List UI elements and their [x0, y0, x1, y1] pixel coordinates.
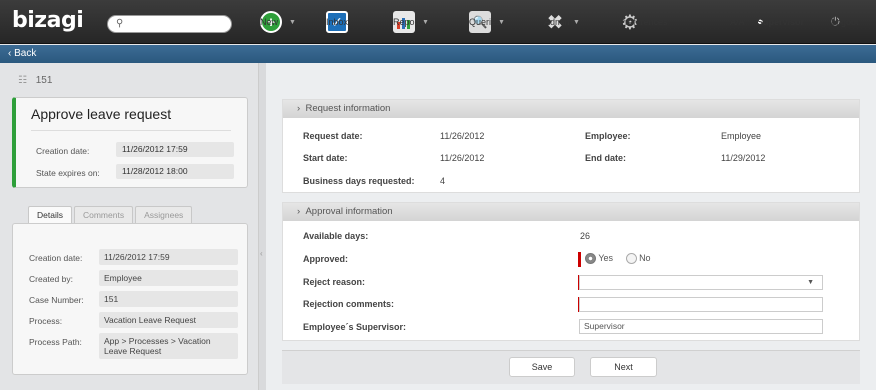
rejection-comments-input[interactable]	[579, 297, 823, 312]
logout-button[interactable]: ⏻ Logout	[831, 0, 859, 44]
request-date-label: Request date:	[303, 131, 363, 141]
detail-created-by-label: Created by:	[29, 274, 73, 284]
nav-preferences[interactable]: ⚙ Preferences	[619, 0, 668, 44]
caret-down-icon: ▼	[573, 18, 580, 26]
case-summary-card: Approve leave request Creation date: 11/…	[12, 97, 248, 188]
available-days-label: Available days:	[303, 231, 369, 241]
case-icon: ☷	[18, 75, 27, 86]
end-date-value: 11/29/2012	[721, 153, 766, 163]
caret-down-icon: ▼	[289, 18, 296, 26]
reject-reason-select[interactable]: ▼	[579, 275, 823, 290]
request-date-value: 11/26/2012	[440, 131, 485, 141]
creation-date-label: Creation date:	[36, 146, 90, 156]
request-information-header[interactable]: › Request information	[283, 100, 859, 118]
dropdown-arrow-icon: ▼	[807, 279, 814, 286]
back-bar: ‹ Back	[0, 45, 876, 63]
back-button[interactable]: ‹ Back	[8, 48, 36, 59]
approved-no-option[interactable]: No	[625, 253, 651, 265]
detail-process-value: Vacation Leave Request	[99, 312, 238, 328]
divider	[31, 130, 231, 131]
rejection-comments-label: Rejection comments:	[303, 299, 395, 309]
start-date-label: Start date:	[303, 153, 348, 163]
tab-comments[interactable]: Comments	[73, 206, 134, 223]
approved-radio-group: Yes No	[585, 253, 651, 265]
bizagi-logo[interactable]: bizagi	[12, 8, 84, 33]
supervisor-field[interactable]: Supervisor	[579, 319, 823, 334]
chevron-right-icon: ›	[297, 103, 301, 114]
detail-tabs: Details Comments Assignees	[28, 206, 194, 223]
search-icon: ⚲	[116, 18, 124, 29]
radio-icon	[625, 253, 637, 265]
next-button[interactable]: Next	[590, 357, 657, 377]
case-title: Approve leave request	[31, 106, 172, 122]
approval-information-header[interactable]: › Approval information	[283, 203, 859, 221]
detail-case-number-value: 151	[99, 291, 238, 307]
nav-queries[interactable]: 🔍 Queries ▼	[469, 0, 505, 44]
detail-path-value: App > Processes > Vacation Leave Request	[99, 333, 238, 359]
supervisor-label: Employee´s Supervisor:	[303, 322, 407, 332]
creation-date-value: 11/26/2012 17:59	[116, 142, 234, 157]
user-menu[interactable]: ● Supervisor	[757, 0, 804, 44]
start-date-value: 11/26/2012	[440, 153, 485, 163]
nav-reports[interactable]: Reports ▼	[393, 0, 429, 44]
panel-splitter[interactable]: ‹	[258, 63, 266, 390]
detail-path-label: Process Path:	[29, 337, 82, 347]
nav-inbox[interactable]: ✓ Inbox	[326, 0, 352, 44]
business-days-value: 4	[440, 176, 446, 186]
case-number-header: ☷ 151	[18, 75, 53, 86]
business-days-label: Business days requested:	[303, 176, 415, 186]
available-days-value: 26	[580, 231, 591, 241]
employee-value: Employee	[721, 131, 762, 141]
collapse-icon: ‹	[260, 249, 263, 258]
approved-label: Approved:	[303, 254, 348, 264]
radio-selected-icon	[585, 253, 596, 265]
reject-reason-label: Reject reason:	[303, 277, 366, 287]
tab-assignees[interactable]: Assignees	[135, 206, 193, 223]
detail-case-number-label: Case Number:	[29, 295, 84, 305]
chevron-right-icon: ›	[297, 206, 301, 217]
chevron-left-icon: ‹	[8, 48, 12, 59]
detail-process-label: Process:	[29, 316, 63, 326]
top-navigation-bar: bizagi ⚲ + New ▼ ✓ Inbox Reports ▼ 🔍 Queri…	[0, 0, 876, 44]
expires-value: 11/28/2012 18:00	[116, 164, 234, 179]
search-input[interactable]: ⚲	[107, 15, 232, 33]
nav-new[interactable]: + New ▼	[260, 0, 296, 44]
detail-creation-date-value: 11/26/2012 17:59	[99, 249, 238, 265]
employee-label: Employee:	[585, 131, 631, 141]
detail-creation-date-label: Creation date:	[29, 253, 83, 263]
detail-created-by-value: Employee	[99, 270, 238, 286]
tab-details[interactable]: Details	[28, 206, 72, 223]
details-panel: Creation date: 11/26/2012 17:59 Created …	[12, 223, 248, 375]
expires-label: State expires on:	[36, 168, 100, 178]
approved-yes-option[interactable]: Yes	[585, 253, 613, 265]
required-marker	[578, 252, 581, 267]
nav-admin[interactable]: ✖ Admin ▼	[544, 0, 580, 44]
end-date-label: End date:	[585, 153, 627, 163]
save-button[interactable]: Save	[509, 357, 575, 377]
